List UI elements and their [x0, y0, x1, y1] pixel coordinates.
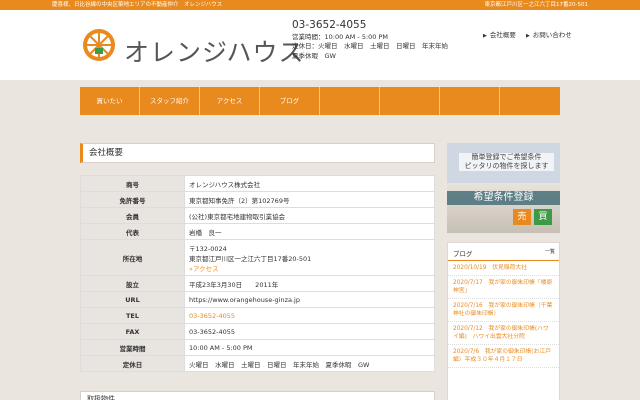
table-row: 定休日 火曜日 水曜日 土曜日 日曜日 年末年始 夏季休暇 GW — [80, 355, 435, 372]
search-condition-banner[interactable]: 簡単登録でご希望条件 ピッタリの物件を探します 希望条件登録 売 買 — [447, 143, 560, 233]
orange-logo-icon[interactable] — [82, 28, 116, 62]
link-contact[interactable]: お問い合わせ — [533, 31, 572, 39]
table-row: 設立 平成23年3月30日 2011年 — [80, 275, 435, 292]
blog-item[interactable]: 2020/10/19 伏見稲荷大社 — [448, 261, 559, 276]
table-row: 代表 岩橋 良一 — [80, 223, 435, 240]
buy-badge: 買 — [534, 209, 552, 225]
url-value[interactable]: https://www.orangehouse-ginza.jp — [184, 291, 435, 308]
link-company[interactable]: 会社概要 — [490, 31, 516, 39]
banner-strip: 希望条件登録 — [447, 191, 560, 205]
address-line: 東京都江戸川区一之江六丁目17番20-501 — [189, 254, 312, 263]
main-content: 会社概要 商号 オレンジハウス株式会社 免許番号 東京都知事免許（2）第102769… — [80, 143, 435, 400]
table-row: 所在地 〒132-0024 東京都江戸川区一之江六丁目17番20-501 »アク… — [80, 239, 435, 276]
section-heading: 取扱物件 — [80, 391, 435, 400]
header-holidays-2: 夏季休暇 GW — [292, 51, 336, 60]
table-row: FAX 03-3652-4055 — [80, 323, 435, 340]
nav-blog[interactable]: ブログ — [260, 87, 320, 115]
nav-access[interactable]: アクセス — [200, 87, 260, 115]
blog-widget: ブログ 一覧 2020/10/19 伏見稲荷大社 2020/7/17 我が家の御… — [447, 242, 560, 400]
nav-empty-2 — [380, 87, 440, 115]
table-row: URL https://www.orangehouse-ginza.jp — [80, 291, 435, 308]
row-label: 定休日 — [80, 355, 185, 372]
row-value: 火曜日 水曜日 土曜日 日曜日 年末年始 夏季休暇 GW — [184, 355, 435, 372]
row-label: 設立 — [80, 275, 185, 292]
row-value: 東京都知事免許（2）第102769号 — [184, 191, 435, 208]
nav-empty-1 — [320, 87, 380, 115]
postal-code: 〒132-0024 — [189, 244, 227, 253]
topbar-tagline: 慶喜様、日比谷線の中央区築地エリアの不動産仲介 オレンジハウス — [52, 2, 223, 8]
table-row: 会員 (公社)東京都宅地建物取引業協会 — [80, 207, 435, 224]
blog-item[interactable]: 2020/7/16 我が家の御朱印帳（千葉神社の御朱印帳） — [448, 299, 559, 322]
logo-text[interactable]: オレンジハウス — [124, 33, 305, 69]
address-value: 〒132-0024 東京都江戸川区一之江六丁目17番20-501 »アクセス — [184, 239, 435, 276]
header-hours: 営業時間：10:00 AM - 5:00 PM — [292, 32, 389, 41]
row-label: 代表 — [80, 223, 185, 240]
table-row: TEL 03-3652-4055 — [80, 307, 435, 324]
triangle-right-icon: ▶ — [483, 33, 487, 39]
blog-item[interactable]: 2020/7/12 我が家の御朱印帳(ハワイ編) ハワイ出雲大社分院 — [448, 322, 559, 345]
page-title: 会社概要 — [80, 143, 435, 163]
header-holidays: 定休日：火曜日 水曜日 土曜日 日曜日 年末年始 — [292, 42, 448, 50]
table-row: 営業時間 10:00 AM - 5:00 PM — [80, 339, 435, 356]
access-link[interactable]: »アクセス — [189, 263, 430, 273]
blog-item[interactable]: 2020/7/17 我が家の御朱印帳「楼原神宮」 — [448, 276, 559, 299]
blog-title: ブログ — [453, 250, 473, 258]
topbar-address: 東京都江戸川区一之江六丁目17番20-501 — [484, 2, 588, 8]
row-value: オレンジハウス株式会社 — [184, 175, 435, 192]
company-table: 商号 オレンジハウス株式会社 免許番号 東京都知事免許（2）第102769号 会員(… — [80, 175, 435, 372]
row-label: 免許番号 — [80, 191, 185, 208]
row-label: 所在地 — [80, 239, 185, 276]
sidebar: 簡単登録でご希望条件 ピッタリの物件を探します 希望条件登録 売 買 ブログ 一… — [447, 143, 560, 400]
nav-empty-3 — [440, 87, 500, 115]
row-value: 03-3652-4055 — [184, 323, 435, 340]
row-label: TEL — [80, 307, 185, 324]
row-label: URL — [80, 291, 185, 308]
nav-buy[interactable]: 買いたい — [80, 87, 140, 115]
blog-more-link[interactable]: 一覧 — [545, 248, 555, 255]
banner-copy: 簡単登録でご希望条件 ピッタリの物件を探します — [459, 153, 554, 171]
banner-copy-line: 簡単登録でご希望条件 — [471, 153, 542, 161]
row-value: 10:00 AM - 5:00 PM — [184, 339, 435, 356]
sell-badge: 売 — [513, 209, 531, 225]
blog-item[interactable]: 2020/7/6 我が家の御朱印帳(お江戸編）平成３０年４月１７日 — [448, 345, 559, 368]
nav-empty-4 — [500, 87, 560, 115]
nav-staff[interactable]: スタッフ紹介 — [140, 87, 200, 115]
row-label: 商号 — [80, 175, 185, 192]
tel-link[interactable]: 03-3652-4055 — [184, 307, 435, 324]
blog-header: ブログ 一覧 — [448, 243, 559, 261]
site-header: オレンジハウス 03-3652-4055 営業時間：10:00 AM - 5:0… — [0, 10, 640, 80]
row-value: 平成23年3月30日 2011年 — [184, 275, 435, 292]
banner-copy-line: ピッタリの物件を探します — [464, 162, 549, 170]
header-phone[interactable]: 03-3652-4055 — [292, 20, 448, 31]
main-nav: 買いたい スタッフ紹介 アクセス ブログ — [80, 87, 560, 115]
header-links: ▶ 会社概要 ▶ お問い合わせ — [483, 29, 580, 39]
top-info-bar: 慶喜様、日比谷線の中央区築地エリアの不動産仲介 オレンジハウス 東京都江戸川区一… — [0, 0, 640, 10]
row-value: (公社)東京都宅地建物取引業協会 — [184, 207, 435, 224]
row-label: FAX — [80, 323, 185, 340]
table-row: 商号 オレンジハウス株式会社 — [80, 175, 435, 192]
triangle-right-icon: ▶ — [525, 33, 530, 39]
row-label: 会員 — [80, 207, 185, 224]
header-contact: 03-3652-4055 営業時間：10:00 AM - 5:00 PM 定休日… — [292, 20, 448, 61]
row-value: 岩橋 良一 — [184, 223, 435, 240]
table-row: 免許番号 東京都知事免許（2）第102769号 — [80, 191, 435, 208]
row-label: 営業時間 — [80, 339, 185, 356]
